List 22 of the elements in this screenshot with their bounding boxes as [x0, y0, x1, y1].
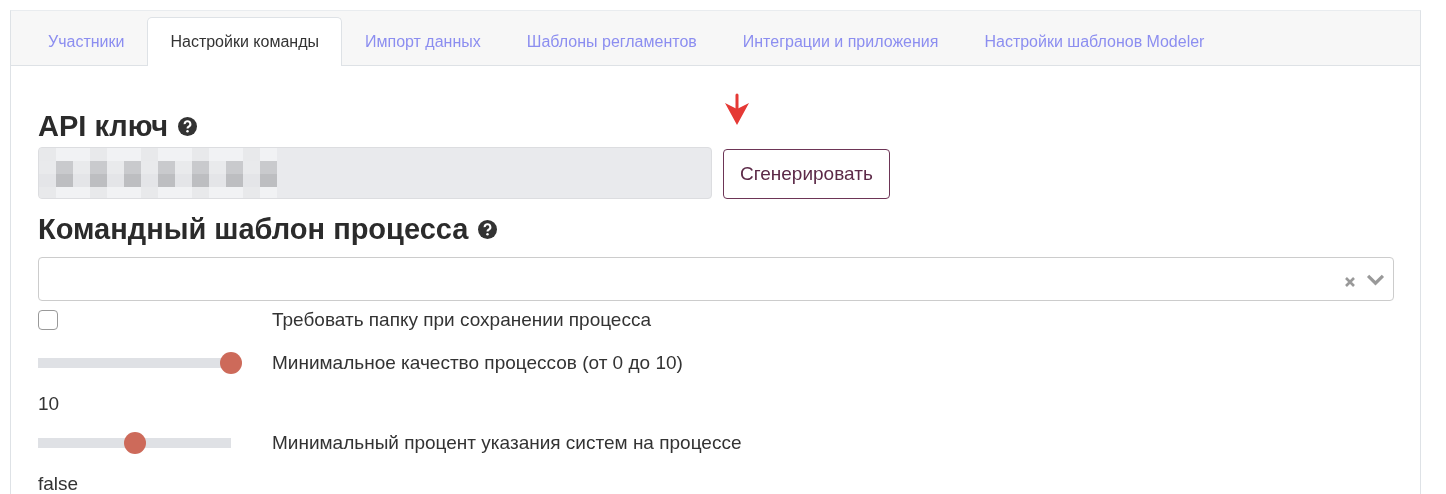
- checkbox[interactable]: [38, 310, 58, 330]
- tab[interactable]: Шаблоны регламентов: [503, 17, 720, 66]
- setting-label: Минимальный процент указания систем на процессе: [272, 432, 743, 454]
- tab[interactable]: Импорт данных: [342, 17, 504, 66]
- tab[interactable]: Настройки шаблонов Modeler: [961, 17, 1228, 66]
- tab[interactable]: Настройки команды: [147, 17, 342, 66]
- slider-value: false: [38, 472, 80, 494]
- tab[interactable]: Участники: [25, 17, 148, 66]
- chevron-down-icon[interactable]: [1366, 272, 1385, 286]
- setting-label: Минимальное качество процессов (от 0 до 10): [272, 352, 684, 374]
- slider-thumb[interactable]: [123, 432, 146, 454]
- help-icon[interactable]: [178, 116, 198, 136]
- slider-thumb[interactable]: [220, 352, 242, 374]
- section-heading: API ключ: [38, 109, 169, 143]
- tab[interactable]: Интеграции и приложения: [719, 17, 962, 66]
- help-icon[interactable]: [478, 219, 498, 239]
- clear-icon[interactable]: [1344, 276, 1356, 288]
- generate-button[interactable]: Сгенерировать: [723, 149, 890, 199]
- section-heading: Командный шаблон процесса: [38, 212, 469, 246]
- setting-label: Требовать папку при сохранении процесса: [272, 309, 652, 331]
- slider-value: 10: [38, 392, 61, 416]
- api-key-field[interactable]: [38, 147, 712, 199]
